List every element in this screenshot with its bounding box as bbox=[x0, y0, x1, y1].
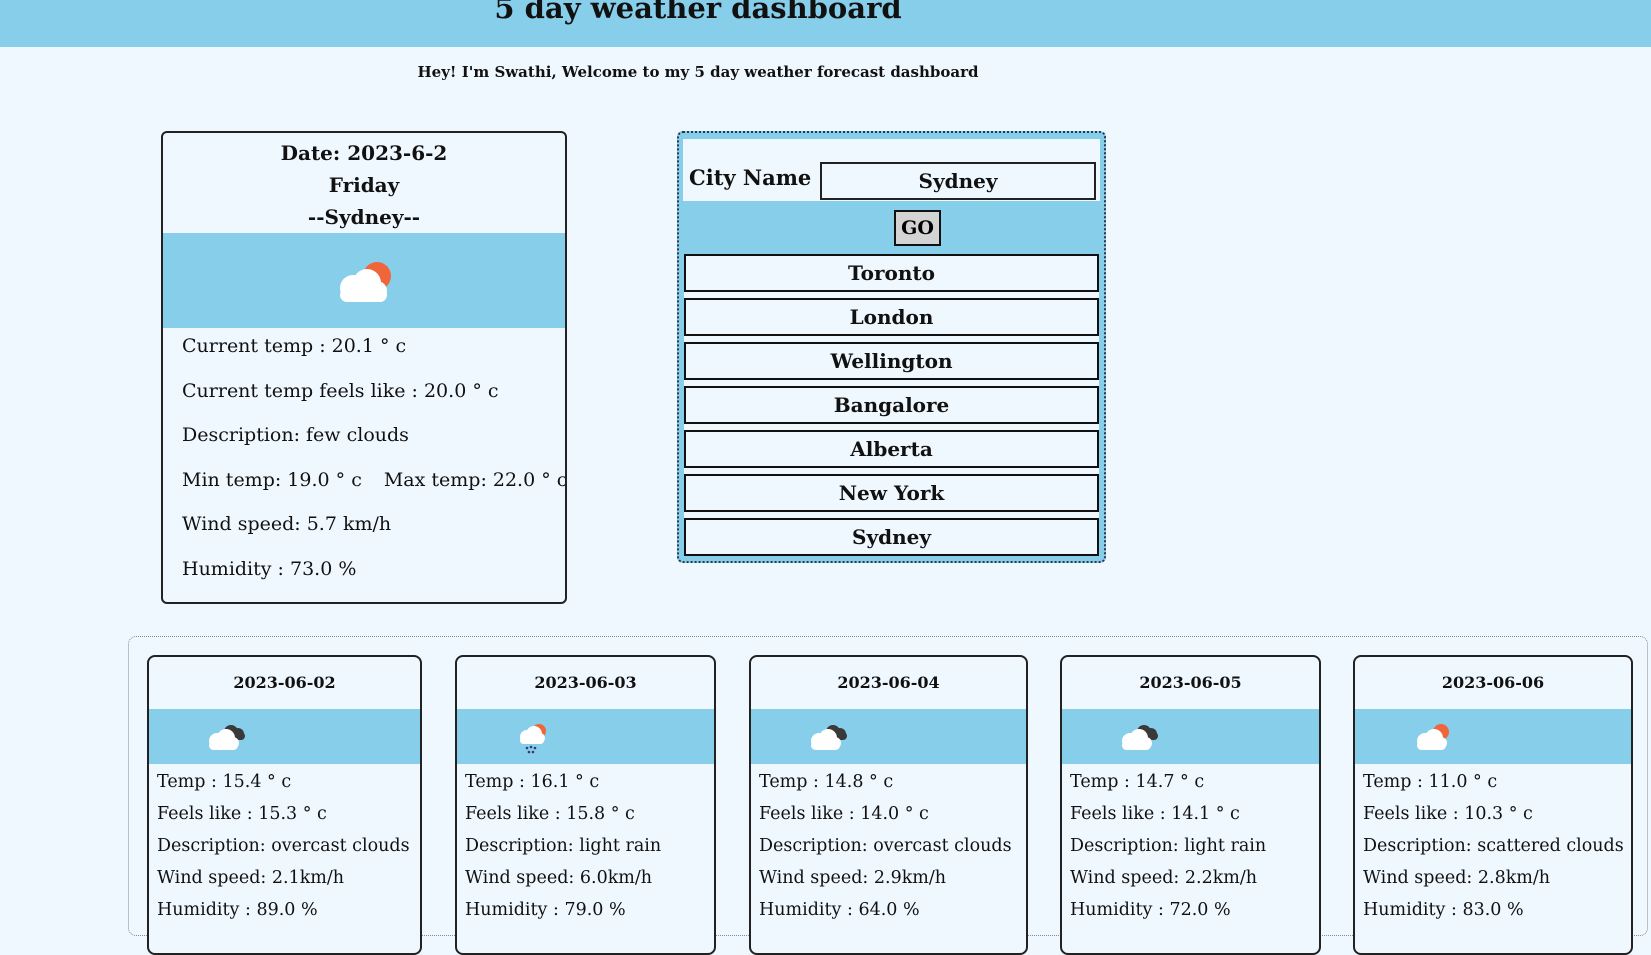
forecast-card: 2023-06-06 Temp : 11.0 ° c Feels like : … bbox=[1353, 655, 1633, 955]
forecast-temp: Temp : 14.7 ° c bbox=[1070, 772, 1205, 792]
forecast-date: 2023-06-03 bbox=[534, 673, 637, 692]
current-date: Date: 2023-6-2 bbox=[280, 141, 448, 165]
forecast-feels-like: Feels like : 14.1 ° c bbox=[1070, 804, 1240, 824]
forecast-icon-band bbox=[149, 709, 420, 764]
forecast-date: 2023-06-05 bbox=[1139, 673, 1242, 692]
city-button-toronto[interactable]: Toronto bbox=[684, 254, 1099, 292]
overcast-clouds-icon bbox=[1122, 725, 1158, 750]
forecast-wind: Wind speed: 2.2km/h bbox=[1070, 868, 1258, 888]
forecast-container: 2023-06-02 Temp : 15.4 ° c Feels like : … bbox=[128, 636, 1648, 955]
city-quick-list: Toronto London Wellington Bangalore Albe… bbox=[684, 254, 1099, 556]
current-temp: Current temp : 20.1 ° c bbox=[182, 335, 407, 357]
forecast-card: 2023-06-02 Temp : 15.4 ° c Feels like : … bbox=[147, 655, 422, 955]
city-button-alberta[interactable]: Alberta bbox=[684, 430, 1099, 468]
current-max-temp: Max temp: 22.0 ° c bbox=[383, 468, 567, 491]
few-clouds-day-icon bbox=[340, 261, 391, 302]
forecast-description: Description: overcast clouds bbox=[759, 836, 1012, 856]
current-city: --Sydney-- bbox=[307, 205, 421, 229]
forecast-icon-band bbox=[751, 709, 1026, 764]
forecast-humidity: Humidity : 83.0 % bbox=[1363, 900, 1524, 920]
forecast-wind: Wind speed: 2.8km/h bbox=[1363, 868, 1551, 888]
current-weather-header: Date: 2023-6-2 Friday --Sydney-- bbox=[163, 133, 565, 233]
forecast-wind: Wind speed: 6.0km/h bbox=[465, 868, 653, 888]
forecast-icon-band bbox=[1355, 709, 1631, 764]
city-name-input[interactable] bbox=[820, 162, 1096, 200]
forecast-description: Description: scattered clouds bbox=[1363, 836, 1624, 856]
current-description: Description: few clouds bbox=[182, 424, 409, 447]
forecast-wind: Wind speed: 2.1km/h bbox=[157, 868, 345, 888]
current-wind: Wind speed: 5.7 km/h bbox=[182, 513, 392, 536]
overcast-clouds-icon bbox=[811, 725, 847, 750]
city-search-panel: City Name : GO Toronto London Wellington… bbox=[677, 131, 1106, 563]
forecast-card: 2023-06-03 Temp : 16.1 ° c Feels like : … bbox=[455, 655, 716, 955]
current-min-max: Min temp: 19.0 ° c Max temp: 22.0 ° c bbox=[182, 464, 565, 509]
current-icon-band bbox=[163, 233, 565, 328]
go-button[interactable]: GO bbox=[894, 210, 941, 246]
forecast-feels-like: Feels like : 15.3 ° c bbox=[157, 804, 327, 824]
city-name-label: City Name : bbox=[689, 165, 827, 190]
forecast-description: Description: overcast clouds bbox=[157, 836, 410, 856]
forecast-icon-band bbox=[1062, 709, 1319, 764]
forecast-humidity: Humidity : 79.0 % bbox=[465, 900, 626, 920]
city-button-wellington[interactable]: Wellington bbox=[684, 342, 1099, 380]
city-button-new-york[interactable]: New York bbox=[684, 474, 1099, 512]
forecast-wind: Wind speed: 2.9km/h bbox=[759, 868, 947, 888]
scattered-clouds-day-icon bbox=[1417, 724, 1449, 750]
forecast-feels-like: Feels like : 15.8 ° c bbox=[465, 804, 635, 824]
forecast-feels-like: Feels like : 14.0 ° c bbox=[759, 804, 929, 824]
page-subtitle: Hey! I'm Swathi, Welcome to my 5 day wea… bbox=[417, 63, 979, 81]
city-button-bangalore[interactable]: Bangalore bbox=[684, 386, 1099, 424]
forecast-humidity: Humidity : 64.0 % bbox=[759, 900, 920, 920]
forecast-temp: Temp : 15.4 ° c bbox=[157, 772, 292, 792]
current-day: Friday bbox=[328, 173, 400, 197]
current-weather-card: Date: 2023-6-2 Friday --Sydney-- Current… bbox=[161, 131, 567, 604]
city-button-sydney[interactable]: Sydney bbox=[684, 518, 1099, 556]
forecast-temp: Temp : 16.1 ° c bbox=[465, 772, 600, 792]
light-rain-icon bbox=[520, 724, 546, 754]
forecast-temp: Temp : 14.8 ° c bbox=[759, 772, 894, 792]
forecast-date: 2023-06-06 bbox=[1441, 673, 1545, 692]
overcast-clouds-icon bbox=[209, 725, 245, 750]
forecast-icon-band bbox=[457, 709, 714, 764]
page-title: 5 day weather dashboard bbox=[494, 0, 902, 25]
forecast-temp: Temp : 11.0 ° c bbox=[1363, 772, 1498, 792]
forecast-date: 2023-06-04 bbox=[837, 673, 940, 692]
forecast-description: Description: light rain bbox=[1070, 836, 1267, 856]
current-feels-like: Current temp feels like : 20.0 ° c bbox=[182, 379, 499, 402]
forecast-date: 2023-06-02 bbox=[233, 673, 336, 692]
forecast-feels-like: Feels like : 10.3 ° c bbox=[1363, 804, 1533, 824]
forecast-card: 2023-06-04 Temp : 14.8 ° c Feels like : … bbox=[749, 655, 1028, 955]
forecast-description: Description: light rain bbox=[465, 836, 662, 856]
current-min-temp: Min temp: 19.0 ° c bbox=[182, 468, 362, 491]
forecast-humidity: Humidity : 72.0 % bbox=[1070, 900, 1231, 920]
city-input-row: City Name : bbox=[683, 137, 1100, 201]
forecast-humidity: Humidity : 89.0 % bbox=[157, 900, 318, 920]
current-humidity: Humidity : 73.0 % bbox=[182, 557, 357, 580]
city-button-london[interactable]: London bbox=[684, 298, 1099, 336]
forecast-card: 2023-06-05 Temp : 14.7 ° c Feels like : … bbox=[1060, 655, 1321, 955]
